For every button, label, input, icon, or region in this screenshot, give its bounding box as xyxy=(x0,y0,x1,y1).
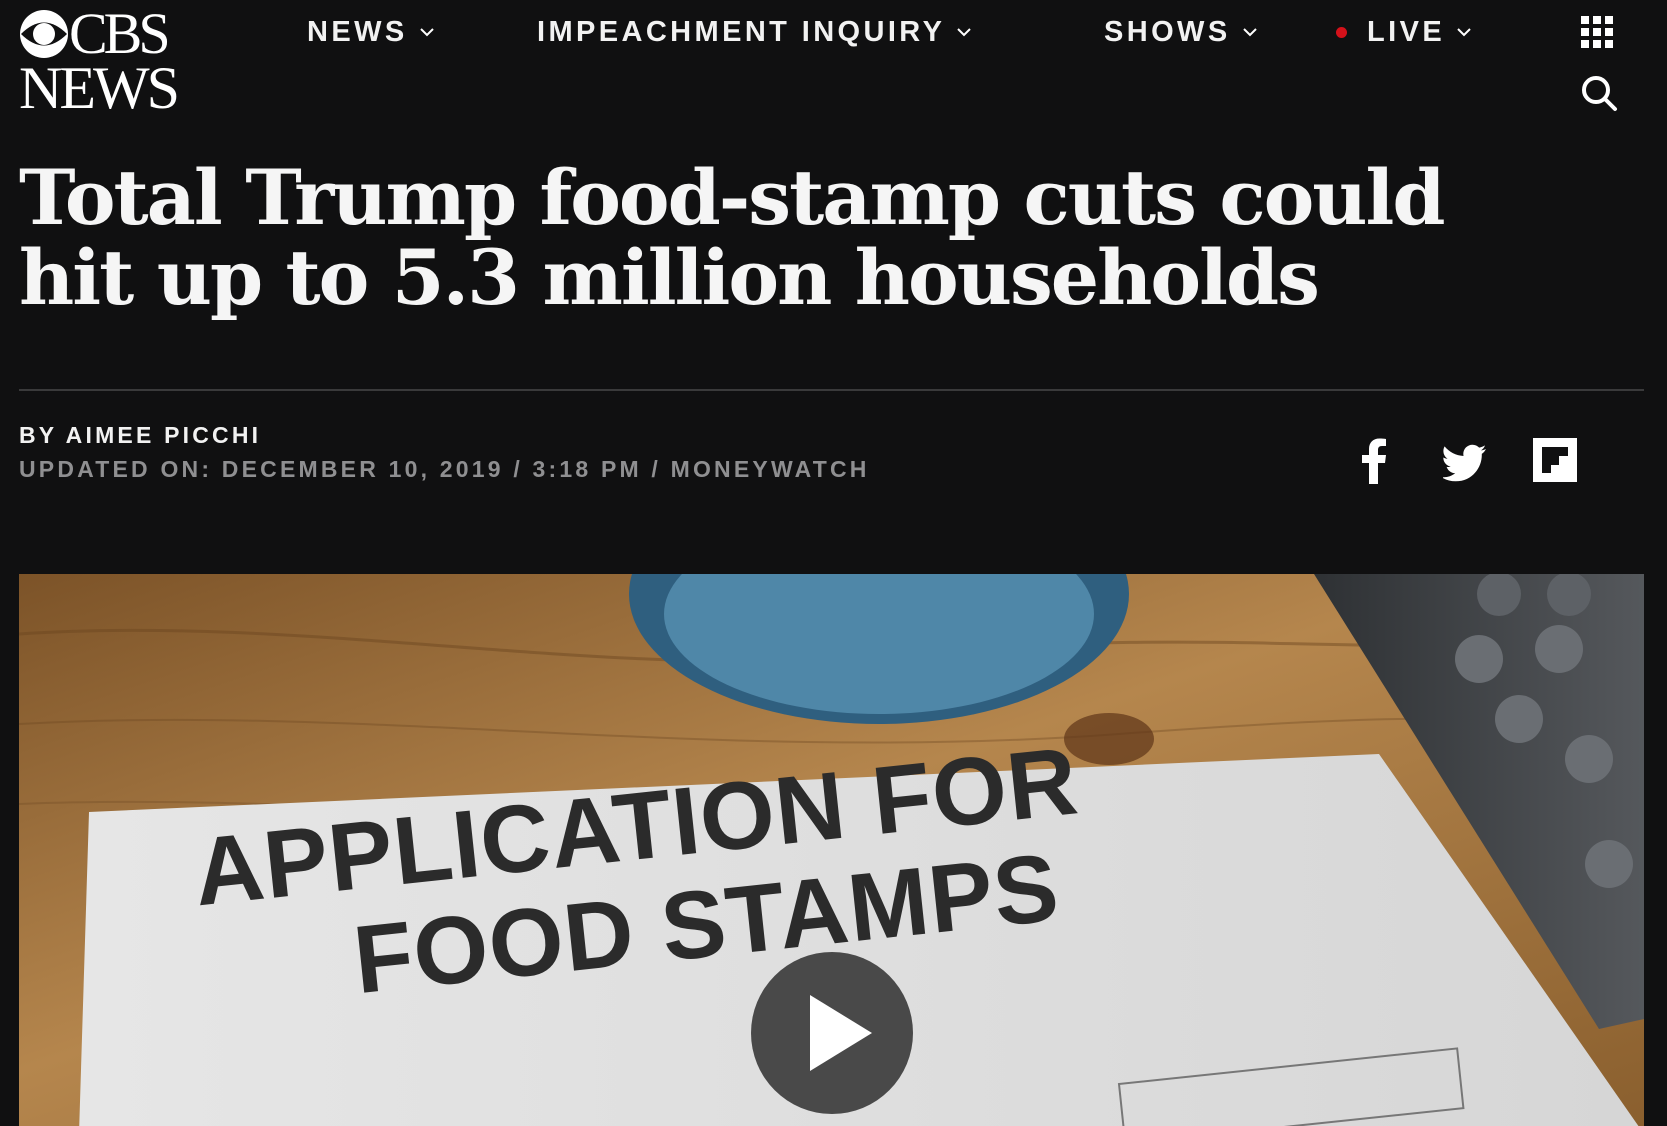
share-facebook-button[interactable] xyxy=(1360,438,1388,484)
play-button[interactable] xyxy=(751,952,913,1114)
grid-apps-icon[interactable] xyxy=(1581,16,1613,48)
flipboard-icon xyxy=(1533,438,1577,482)
cbs-eye-icon xyxy=(20,10,68,58)
logo-top-row: CBS xyxy=(19,1,171,66)
nav-item-impeachment-inquiry[interactable]: IMPEACHMENT INQUIRY xyxy=(537,12,972,52)
live-indicator-dot xyxy=(1336,26,1347,38)
chevron-down-icon xyxy=(419,27,434,36)
logo-cbs-text: CBS xyxy=(69,1,171,66)
chevron-down-icon xyxy=(957,27,972,36)
cbs-news-logo[interactable]: CBS NEWS xyxy=(19,1,189,121)
logo-news-text: NEWS xyxy=(19,55,180,121)
search-icon[interactable] xyxy=(1580,74,1618,112)
nav-item-label: SHOWS xyxy=(1104,15,1231,48)
nav-item-news[interactable]: NEWS xyxy=(307,12,434,52)
share-flipboard-button[interactable] xyxy=(1533,438,1577,484)
article-updated-date: UPDATED ON: DECEMBER 10, 2019 / 3:18 PM … xyxy=(19,456,870,482)
twitter-icon xyxy=(1443,444,1486,482)
chevron-down-icon xyxy=(1457,27,1471,36)
nav-item-label: LIVE xyxy=(1367,15,1446,48)
chevron-down-icon xyxy=(1242,27,1257,36)
nav-item-shows[interactable]: SHOWS xyxy=(1104,12,1257,52)
nav-item-label: NEWS xyxy=(307,15,408,48)
nav-item-live[interactable]: LIVE xyxy=(1336,12,1471,52)
nav-item-label: IMPEACHMENT INQUIRY xyxy=(537,15,946,48)
facebook-icon xyxy=(1362,438,1386,484)
article-byline: BY AIMEE PICCHI xyxy=(19,422,262,448)
article-headline: Total Trump food-stamp cuts could hit up… xyxy=(19,153,1446,322)
share-twitter-button[interactable] xyxy=(1443,438,1487,484)
hero-video[interactable]: APPLICATION FOR FOOD STAMPS xyxy=(19,574,1644,1126)
play-icon xyxy=(810,995,872,1071)
headline-divider xyxy=(19,389,1644,391)
